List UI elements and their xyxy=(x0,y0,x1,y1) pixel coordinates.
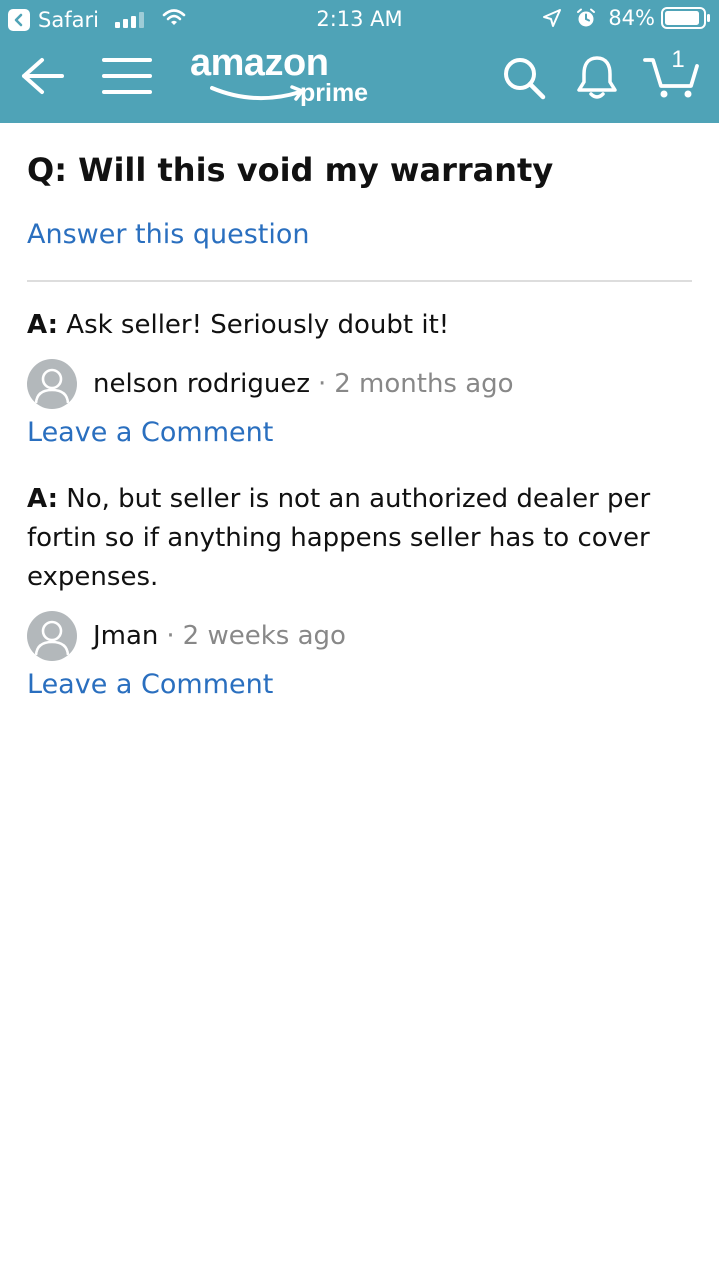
bell-icon[interactable] xyxy=(575,54,619,100)
question-title: Q: Will this void my warranty xyxy=(27,151,554,189)
status-bar: Safari 2:13 AM 84% xyxy=(0,0,719,40)
battery-icon xyxy=(661,7,710,29)
app-header: Safari 2:13 AM 84% amazon prime 1 xyxy=(0,0,719,123)
menu-icon[interactable] xyxy=(102,54,152,98)
avatar[interactable] xyxy=(27,359,77,409)
amazon-prime-logo[interactable]: amazon prime xyxy=(190,42,390,118)
answer-prefix: A: xyxy=(27,310,59,340)
cart-count-badge: 1 xyxy=(671,46,685,73)
nav-bar: amazon prime 1 xyxy=(0,40,719,123)
leave-comment-link[interactable]: Leave a Comment xyxy=(27,417,692,448)
answer-question-link[interactable]: Answer this question xyxy=(27,219,310,250)
back-arrow-icon[interactable] xyxy=(18,54,66,98)
logo-prime: prime xyxy=(300,79,369,107)
answer-body: Ask seller! Seriously doubt it! xyxy=(66,310,450,340)
battery-percent: 84% xyxy=(608,6,655,30)
answer-text: A: Ask seller! Seriously doubt it! xyxy=(27,306,692,345)
answer-prefix: A: xyxy=(27,484,59,514)
answer-date: 2 weeks ago xyxy=(182,621,346,651)
answer-body: No, but seller is not an authorized deal… xyxy=(27,484,651,592)
answer-text: A: No, but seller is not an authorized d… xyxy=(27,480,692,597)
answer-author[interactable]: nelson rodriguez xyxy=(93,369,310,399)
answer-item: A: No, but seller is not an authorized d… xyxy=(27,480,692,700)
divider xyxy=(27,280,692,282)
answer-meta: nelson rodriguez · 2 months ago xyxy=(27,359,692,409)
search-icon[interactable] xyxy=(502,56,546,100)
user-avatar-icon xyxy=(34,620,70,656)
leave-comment-link[interactable]: Leave a Comment xyxy=(27,669,692,700)
meta-separator: · xyxy=(317,369,327,399)
answer-item: A: Ask seller! Seriously doubt it! nelso… xyxy=(27,306,692,448)
logo-smile-icon xyxy=(210,85,304,101)
answer-meta: Jman · 2 weeks ago xyxy=(27,611,692,661)
user-avatar-icon xyxy=(34,368,70,404)
alarm-icon xyxy=(577,8,596,27)
avatar[interactable] xyxy=(27,611,77,661)
answer-date: 2 months ago xyxy=(334,369,514,399)
location-arrow-icon xyxy=(543,9,562,27)
answer-author[interactable]: Jman xyxy=(93,621,158,651)
meta-separator: · xyxy=(166,621,175,651)
